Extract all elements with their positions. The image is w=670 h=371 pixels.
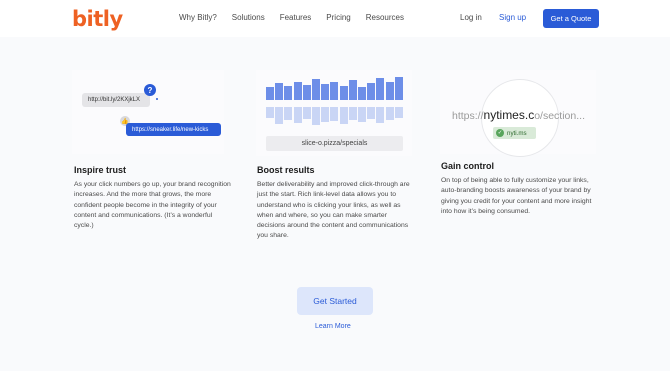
domain-text: https://nytimes.co/section... bbox=[452, 108, 585, 122]
question-icon: ? bbox=[144, 84, 156, 96]
generic-link-bubble: http://bit.ly/2KXjkLX bbox=[82, 93, 150, 107]
bar-bottom bbox=[302, 107, 311, 119]
bar-bottom bbox=[312, 107, 320, 125]
domain-suffix: o/section... bbox=[534, 110, 585, 122]
card-title-gain-control: Gain control bbox=[441, 161, 495, 171]
nav-resources[interactable]: Resources bbox=[366, 13, 404, 22]
bar-top bbox=[302, 85, 311, 100]
bar-top bbox=[385, 82, 394, 100]
bar-bottom bbox=[348, 107, 357, 120]
branded-link-bubble: https://sneaker.life/new-kicks bbox=[126, 123, 221, 136]
bar-bottom bbox=[339, 107, 348, 124]
card-title-inspire-trust: Inspire trust bbox=[74, 165, 127, 175]
bar-top bbox=[376, 78, 385, 100]
login-link[interactable]: Log in bbox=[460, 13, 482, 22]
learn-more-link[interactable]: Learn More bbox=[315, 323, 351, 330]
bar-bottom bbox=[376, 107, 385, 123]
bar-bottom bbox=[293, 107, 302, 123]
domain-prefix: https:// bbox=[452, 110, 484, 122]
bar-top bbox=[275, 83, 284, 100]
bar-top bbox=[293, 82, 302, 100]
get-a-quote-button[interactable]: Get a Quote bbox=[543, 9, 599, 28]
site-header: bitly Why Bitly? Solutions Features Pric… bbox=[0, 0, 670, 37]
bar-bottom bbox=[330, 107, 339, 121]
domain-highlight: nytimes.c bbox=[483, 108, 535, 122]
inspire-trust-illustration bbox=[72, 70, 224, 154]
bar-top bbox=[284, 86, 293, 100]
signup-link[interactable]: Sign up bbox=[499, 13, 526, 22]
bar-top bbox=[358, 87, 366, 100]
bar-bottom bbox=[266, 107, 274, 118]
clicks-bars-bottom bbox=[266, 107, 404, 128]
bar-top bbox=[266, 87, 274, 100]
nav-solutions[interactable]: Solutions bbox=[232, 13, 265, 22]
nav-pricing[interactable]: Pricing bbox=[326, 13, 350, 22]
bar-top bbox=[348, 80, 357, 100]
nav-features[interactable]: Features bbox=[280, 13, 312, 22]
bar-top bbox=[339, 86, 348, 100]
card-body-gain-control: On top of being able to fully customize … bbox=[441, 177, 592, 215]
bar-bottom bbox=[321, 107, 330, 122]
clicks-bars-top bbox=[266, 77, 404, 100]
check-icon: ✓ bbox=[496, 129, 504, 137]
bar-top bbox=[367, 83, 376, 100]
bar-top bbox=[330, 82, 339, 100]
nav-why-bitly[interactable]: Why Bitly? bbox=[179, 13, 217, 22]
bar-bottom bbox=[275, 107, 284, 124]
card-body-inspire-trust: As your click numbers go up, your brand … bbox=[74, 181, 231, 230]
bar-bottom bbox=[284, 107, 293, 120]
branded-domain-badge: ✓ nyti.ms bbox=[493, 127, 536, 139]
get-started-button[interactable]: Get Started bbox=[297, 287, 373, 315]
card-title-boost-results: Boost results bbox=[257, 165, 315, 175]
bitly-logo[interactable]: bitly bbox=[72, 7, 123, 31]
bar-top bbox=[321, 84, 330, 100]
main-nav: Why Bitly? Solutions Features Pricing Re… bbox=[179, 13, 419, 22]
short-link-box: slice-o.pizza/specials bbox=[266, 136, 403, 151]
card-body-boost-results: Better deliverability and improved click… bbox=[257, 181, 410, 240]
dot-decoration bbox=[156, 98, 158, 100]
bar-bottom bbox=[358, 107, 366, 122]
bar-top bbox=[312, 79, 320, 100]
bar-bottom bbox=[367, 107, 376, 119]
bar-top bbox=[394, 77, 403, 100]
bar-bottom bbox=[385, 107, 394, 120]
bar-bottom bbox=[394, 107, 403, 118]
badge-label: nyti.ms bbox=[507, 129, 527, 137]
